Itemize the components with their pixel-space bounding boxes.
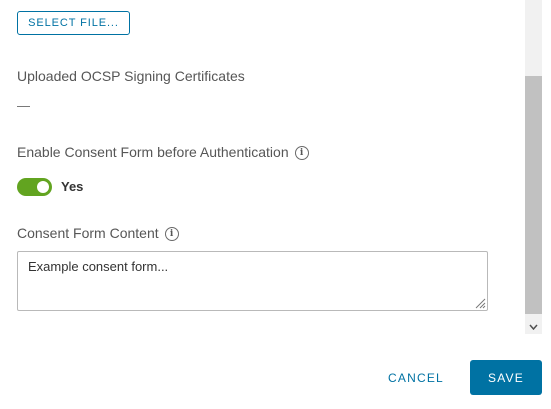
info-icon[interactable]: i — [164, 227, 179, 241]
scroll-down-arrow-icon[interactable] — [525, 319, 542, 334]
ocsp-certificates-label-text: Uploaded OCSP Signing Certificates — [17, 68, 245, 84]
resize-grip-icon[interactable] — [474, 297, 486, 309]
consent-content-label-text: Consent Form Content — [17, 225, 159, 241]
cancel-button[interactable]: CANCEL — [377, 365, 455, 391]
save-button[interactable]: SAVE — [470, 360, 542, 395]
consent-toggle-state-label: Yes — [61, 179, 84, 194]
info-icon[interactable]: i — [294, 146, 309, 160]
ocsp-certificates-empty-value: — — [17, 98, 30, 113]
consent-content-label: Consent Form Content i — [17, 225, 179, 241]
ocsp-certificates-label: Uploaded OCSP Signing Certificates — [17, 68, 245, 84]
consent-toggle-label-text: Enable Consent Form before Authenticatio… — [17, 144, 289, 160]
consent-toggle-switch[interactable] — [17, 178, 52, 196]
scrollbar-thumb[interactable] — [525, 76, 542, 314]
select-file-button[interactable]: SELECT FILE... — [17, 11, 130, 35]
toggle-knob — [37, 181, 49, 193]
consent-toggle-label: Enable Consent Form before Authenticatio… — [17, 144, 309, 160]
consent-content-textarea[interactable]: Example consent form... — [17, 251, 488, 311]
